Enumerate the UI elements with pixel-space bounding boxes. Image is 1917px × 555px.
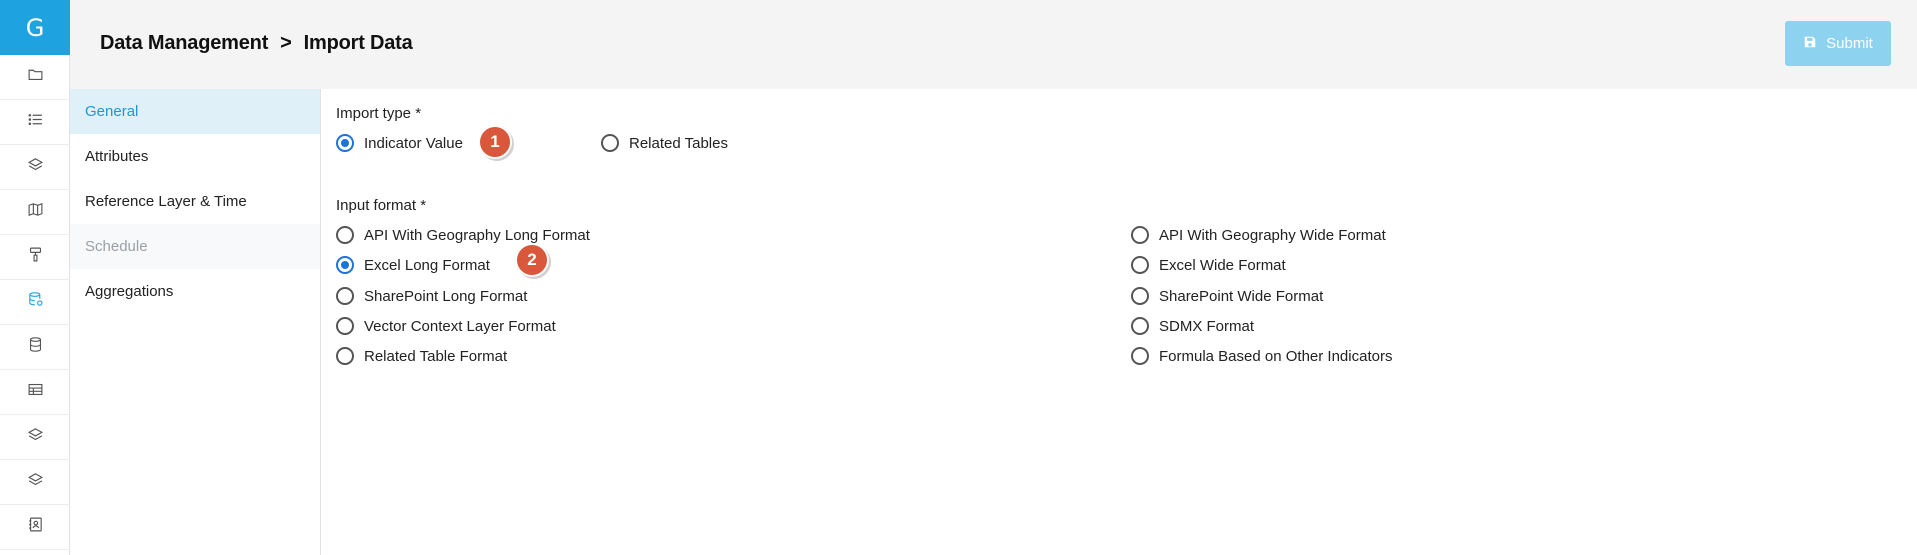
radio-indicator-value[interactable]: Indicator Value (336, 134, 463, 152)
list-icon (27, 111, 44, 133)
section-nav-schedule: Schedule (70, 224, 320, 269)
submit-label: Submit (1826, 35, 1873, 52)
radio-formula-based[interactable]: Formula Based on Other Indicators (1131, 347, 1392, 365)
submit-button[interactable]: Submit (1785, 21, 1891, 66)
radio-excel-wide[interactable]: Excel Wide Format (1131, 256, 1286, 274)
rail-item-database[interactable] (0, 325, 70, 370)
breadcrumb-current: Import Data (303, 32, 413, 54)
section-nav-general[interactable]: General (70, 89, 320, 134)
breadcrumb-separator: > (280, 32, 292, 54)
section-nav-aggregations[interactable]: Aggregations (70, 269, 320, 314)
import-type-label: Import type * (336, 105, 422, 122)
radio-button[interactable] (336, 347, 354, 365)
radio-label: Excel Long Format (364, 256, 490, 274)
rail-item-folder[interactable] (0, 55, 70, 100)
step-badge-1: 1 (478, 125, 512, 159)
rail-item-layers-2[interactable] (0, 415, 70, 460)
radio-label: Related Tables (629, 134, 728, 152)
rail-item-list[interactable] (0, 100, 70, 145)
section-nav-label: Aggregations (85, 283, 174, 300)
app-logo[interactable]: G (0, 0, 70, 55)
save-icon (1803, 35, 1817, 53)
section-nav: General Attributes Reference Layer & Tim… (70, 89, 321, 555)
radio-vector-context-layer[interactable]: Vector Context Layer Format (336, 317, 556, 335)
radio-sdmx[interactable]: SDMX Format (1131, 317, 1254, 335)
radio-label: SharePoint Long Format (364, 287, 528, 305)
icon-rail: G (0, 0, 70, 555)
page-header: Data Management > Import Data Submit (70, 0, 1917, 89)
radio-button[interactable] (336, 287, 354, 305)
folder-icon (27, 66, 44, 88)
section-nav-label: Schedule (85, 238, 148, 255)
radio-label: API With Geography Wide Format (1159, 226, 1386, 244)
radio-related-tables[interactable]: Related Tables (601, 134, 728, 152)
radio-label: Related Table Format (364, 347, 508, 365)
radio-label: Formula Based on Other Indicators (1159, 347, 1393, 365)
radio-label: Vector Context Layer Format (364, 317, 556, 335)
paint-roller-icon (27, 246, 44, 268)
radio-button[interactable] (1131, 317, 1149, 335)
rail-item-data-management[interactable] (0, 280, 70, 325)
radio-button[interactable] (336, 256, 354, 274)
rail-item-layers-3[interactable] (0, 460, 70, 505)
layers-icon (27, 426, 44, 448)
rail-item-style[interactable] (0, 235, 70, 280)
radio-button[interactable] (1131, 226, 1149, 244)
radio-button[interactable] (1131, 256, 1149, 274)
rail-item-layers[interactable] (0, 145, 70, 190)
database-settings-icon (27, 291, 44, 313)
rail-item-map[interactable] (0, 190, 70, 235)
contact-book-icon (27, 516, 44, 538)
radio-label: SDMX Format (1159, 317, 1255, 335)
map-icon (27, 201, 44, 223)
radio-label: SharePoint Wide Format (1159, 287, 1324, 305)
input-format-label: Input format * (336, 197, 427, 214)
radio-button[interactable] (336, 226, 354, 244)
section-nav-label: Attributes (85, 148, 149, 165)
radio-label: Excel Wide Format (1159, 256, 1286, 274)
radio-button[interactable] (601, 134, 619, 152)
radio-label: Indicator Value (364, 134, 463, 152)
section-nav-label: General (85, 103, 139, 120)
radio-button[interactable] (336, 134, 354, 152)
radio-sharepoint-wide[interactable]: SharePoint Wide Format (1131, 287, 1323, 305)
layers-icon (27, 156, 44, 178)
database-icon (27, 336, 44, 358)
rail-item-table[interactable] (0, 370, 70, 415)
radio-api-geography-wide[interactable]: API With Geography Wide Format (1131, 226, 1386, 244)
table-icon (27, 381, 44, 403)
radio-button[interactable] (336, 317, 354, 335)
section-nav-reference-layer-time[interactable]: Reference Layer & Time (70, 179, 320, 224)
rail-item-contacts[interactable] (0, 505, 70, 550)
step-badge-2: 2 (515, 243, 549, 277)
radio-sharepoint-long[interactable]: SharePoint Long Format (336, 287, 527, 305)
radio-label: API With Geography Long Format (364, 226, 590, 244)
section-nav-attributes[interactable]: Attributes (70, 134, 320, 179)
breadcrumb: Data Management > Import Data (100, 32, 413, 55)
radio-button[interactable] (1131, 347, 1149, 365)
main-content: Import type * Indicator Value Related Ta… (321, 89, 1917, 555)
section-nav-label: Reference Layer & Time (85, 193, 247, 210)
layers-icon (27, 471, 44, 493)
breadcrumb-root[interactable]: Data Management (100, 32, 268, 55)
radio-button[interactable] (1131, 287, 1149, 305)
radio-excel-long[interactable]: Excel Long Format (336, 256, 490, 274)
radio-api-geography-long[interactable]: API With Geography Long Format (336, 226, 590, 244)
radio-related-table-format[interactable]: Related Table Format (336, 347, 507, 365)
